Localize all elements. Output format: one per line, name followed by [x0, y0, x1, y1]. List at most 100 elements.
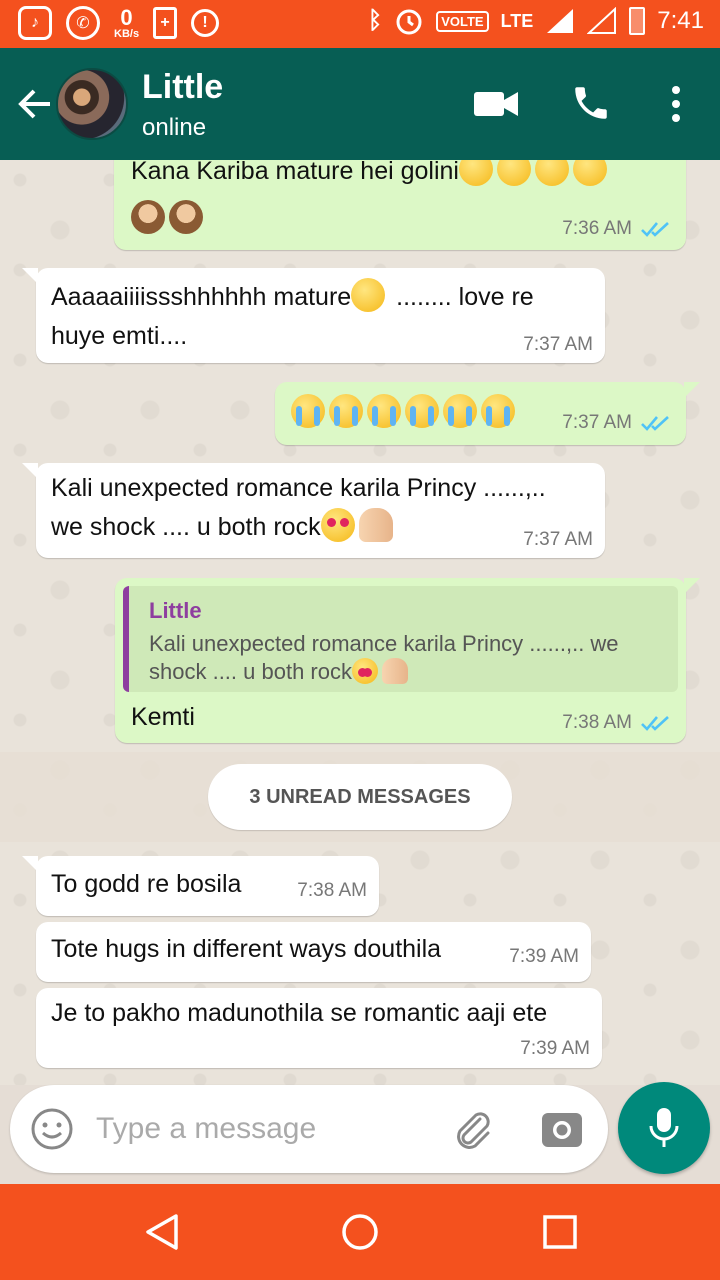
heart-eyes-emoji-icon [351, 658, 378, 684]
message-text-line2: huye emti.... [51, 322, 188, 350]
message-meta: 7:37 AM [523, 334, 593, 356]
message-text: To godd re bosila [51, 870, 242, 898]
message-time: 7:39 AM [509, 946, 579, 967]
rofl-emoji-icon [534, 160, 569, 186]
message-incoming[interactable]: Aaaaaiiiissshhhhhh mature ........ love … [22, 268, 605, 363]
crying-emoji-icon [329, 394, 363, 428]
network-speed-value: 0 [120, 4, 133, 30]
message-time: 7:37 AM [523, 334, 593, 355]
navigation-bar [0, 1184, 720, 1280]
message-meta: 7:38 AM [562, 712, 672, 734]
message-meta: 7:36 AM [562, 218, 672, 240]
more-vert-icon[interactable] [666, 84, 686, 124]
nav-recents-icon[interactable] [540, 1212, 580, 1252]
back-arrow-icon[interactable] [14, 84, 54, 124]
folded-hands-emoji-icon [358, 508, 393, 542]
crying-emoji-icon [291, 394, 325, 428]
message-meta: 7:37 AM [523, 529, 593, 551]
message-text: Kemti [131, 703, 195, 731]
read-ticks-icon [641, 416, 669, 431]
message-text: Aaaaaiiiissshhhhhh mature [51, 283, 352, 311]
tears-of-joy-emoji-icon [351, 278, 386, 312]
battery-plus-icon: + [153, 7, 178, 39]
crying-emoji-icon [443, 394, 477, 428]
nav-home-icon[interactable] [340, 1212, 380, 1252]
message-composer [10, 1085, 608, 1173]
message-time: 7:39 AM [520, 1038, 590, 1059]
chat-header: Little online [0, 48, 720, 160]
message-time: 7:37 AM [562, 412, 632, 433]
phone-call-icon[interactable] [570, 82, 612, 124]
message-meta: 7:39 AM [509, 946, 579, 968]
bluetooth-icon: ᛒ [367, 7, 383, 34]
message-time: 7:38 AM [562, 712, 632, 733]
message-text-line2: we shock .... u both rock [51, 513, 321, 541]
message-text-row: Aaaaaiiiissshhhhhh mature ........ love … [51, 278, 534, 316]
heart-eyes-emoji-icon [320, 508, 355, 542]
emoji-icon[interactable] [30, 1107, 74, 1151]
unread-messages-badge: 3 UNREAD MESSAGES [208, 764, 512, 830]
network-speed-unit: KB/s [114, 27, 140, 40]
attach-icon[interactable] [450, 1107, 496, 1153]
message-incoming[interactable]: Je to pakho madunothila se romantic aaji… [36, 988, 602, 1068]
network-speed: 0 KB/s [114, 4, 140, 40]
message-text-continued: ........ love re [389, 283, 534, 311]
grimace-emoji-icon [496, 160, 531, 186]
clock: 7:41 [657, 7, 704, 34]
whatsapp-icon: ✆ [66, 6, 100, 40]
message-incoming[interactable]: To godd re bosila 7:38 AM [22, 856, 379, 916]
status-bar-left: ♪ ✆ 0 KB/s + ! [18, 4, 220, 40]
video-call-icon[interactable] [474, 90, 518, 118]
reply-quote-line2: shock .... u both rock [149, 659, 352, 684]
message-outgoing[interactable]: 7:37 AM [275, 382, 700, 445]
message-text: Tote hugs in different ways douthila [51, 935, 442, 963]
contact-status: online [142, 114, 207, 141]
message-meta: 7:38 AM [297, 880, 367, 902]
nav-back-icon[interactable] [142, 1212, 182, 1252]
message-meta: 7:39 AM [520, 1038, 590, 1060]
message-emoji-row [131, 200, 207, 238]
mic-button[interactable] [618, 1082, 710, 1174]
message-text: Kana Kariba mature hei golini [131, 160, 459, 185]
crying-emoji-icon [367, 394, 401, 428]
volte-badge: VOLTE [436, 10, 489, 32]
reply-quote-line2-row: shock .... u both rock [149, 658, 619, 686]
crying-emoji-icon [481, 394, 515, 428]
avatar[interactable] [56, 68, 128, 140]
battery-icon [629, 7, 646, 35]
message-time: 7:36 AM [562, 218, 632, 239]
reply-quote-line1: Kali unexpected romance karila Princy ..… [149, 631, 619, 656]
see-no-evil-monkey-icon [131, 200, 165, 234]
message-text-row: Kana Kariba mature hei golini [131, 160, 611, 190]
contact-name[interactable]: Little [142, 68, 223, 107]
reply-quote[interactable]: Little Kali unexpected romance karila Pr… [123, 586, 678, 692]
status-bar-right: ᛒ VOLTE LTE 7:41 [368, 6, 704, 36]
alarm-icon [396, 9, 422, 35]
message-incoming[interactable]: Tote hugs in different ways douthila 7:3… [36, 922, 591, 982]
message-time: 7:37 AM [523, 529, 593, 550]
read-ticks-icon [641, 222, 669, 237]
message-outgoing-reply[interactable]: Little Kali unexpected romance karila Pr… [115, 578, 700, 743]
reply-quote-text: Kali unexpected romance karila Princy ..… [149, 630, 619, 686]
camera-icon[interactable] [540, 1107, 584, 1151]
saavn-icon: ♪ [18, 6, 52, 40]
message-meta: 7:37 AM [562, 412, 672, 434]
message-outgoing[interactable]: Kana Kariba mature hei golini 7:36 AM [114, 160, 686, 250]
message-emoji-row [291, 394, 519, 432]
chat-area[interactable]: Kana Kariba mature hei golini 7:36 AM Aa… [0, 160, 720, 1085]
see-no-evil-monkey-icon [169, 200, 203, 234]
mic-icon [649, 1108, 679, 1147]
message-input[interactable] [96, 1103, 436, 1155]
grimace-emoji-icon [458, 160, 493, 186]
message-text: Kali unexpected romance karila Princy ..… [51, 474, 546, 502]
message-text: Je to pakho madunothila se romantic aaji… [51, 999, 548, 1027]
lte-label: LTE [500, 10, 534, 31]
reply-quote-author: Little [149, 598, 202, 623]
crying-emoji-icon [405, 394, 439, 428]
signal-icon [547, 9, 574, 33]
read-ticks-icon [641, 716, 669, 731]
message-incoming[interactable]: Kali unexpected romance karila Princy ..… [22, 463, 605, 558]
signal-2-icon [587, 7, 617, 34]
message-text-row: we shock .... u both rock [51, 508, 397, 546]
message-time: 7:38 AM [297, 880, 367, 901]
